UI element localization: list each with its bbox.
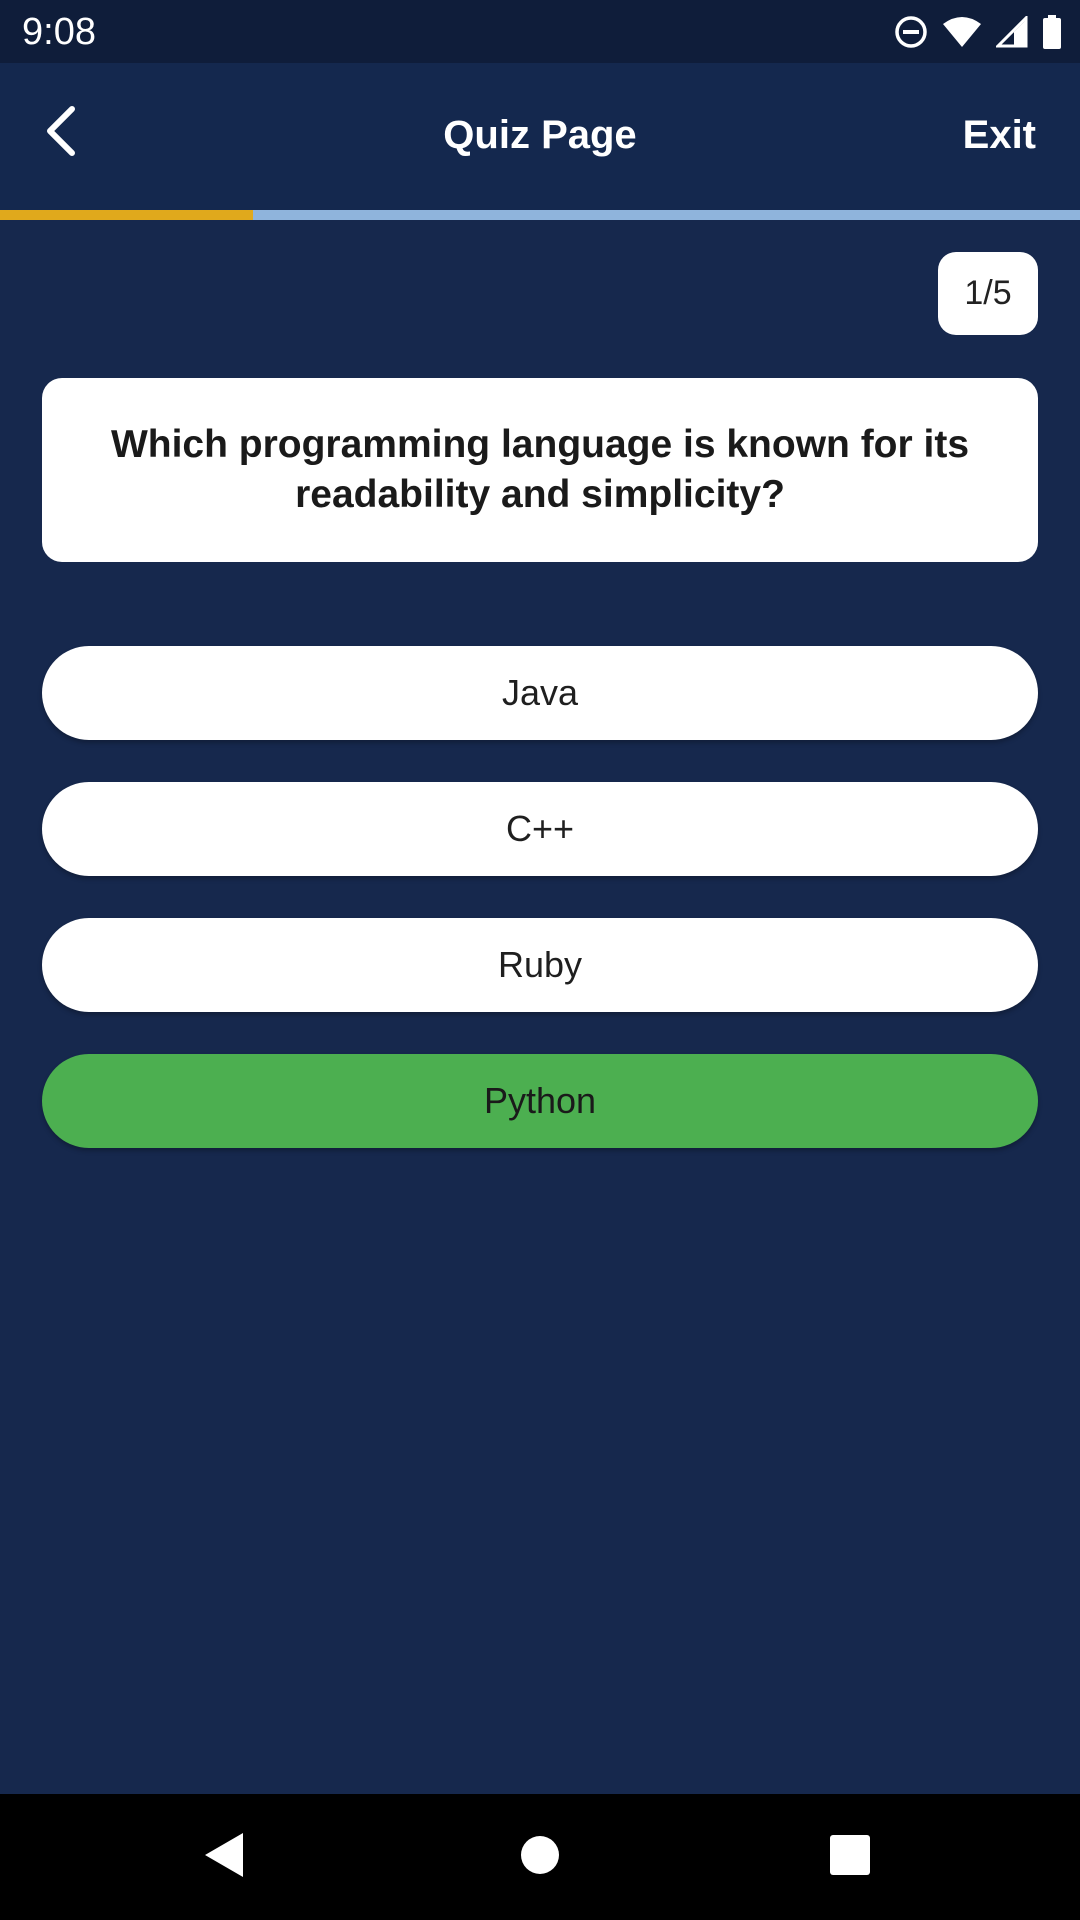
app-bar: Quiz Page Exit [0,63,1080,210]
signal-icon [996,16,1028,48]
answer-list: Java C++ Ruby Python [42,646,1038,1190]
status-bar: 9:08 [0,0,1080,63]
question-counter-badge: 1/5 [938,252,1038,335]
status-time: 9:08 [22,11,96,53]
quiz-progress-bar [0,210,1080,220]
battery-icon [1042,15,1062,49]
wifi-icon [942,16,982,48]
answer-option-cpp[interactable]: C++ [42,782,1038,876]
question-text: Which programming language is known for … [110,423,970,516]
nav-home-button[interactable] [505,1822,575,1892]
home-circle-icon [519,1834,561,1881]
nav-recents-button[interactable] [815,1822,885,1892]
do-not-disturb-icon [894,15,928,49]
question-card: Which programming language is known for … [42,378,1038,562]
answer-option-ruby[interactable]: Ruby [42,918,1038,1012]
quiz-progress-fill [0,210,253,220]
status-icons [894,12,1062,52]
exit-button[interactable]: Exit [963,111,1036,159]
answer-option-java[interactable]: Java [42,646,1038,740]
nav-back-button[interactable] [190,1822,260,1892]
answer-option-python[interactable]: Python [42,1054,1038,1148]
system-nav-bar [0,1794,1080,1920]
recents-square-icon [829,1834,871,1881]
back-triangle-icon [203,1831,247,1884]
page-title: Quiz Page [443,113,637,157]
